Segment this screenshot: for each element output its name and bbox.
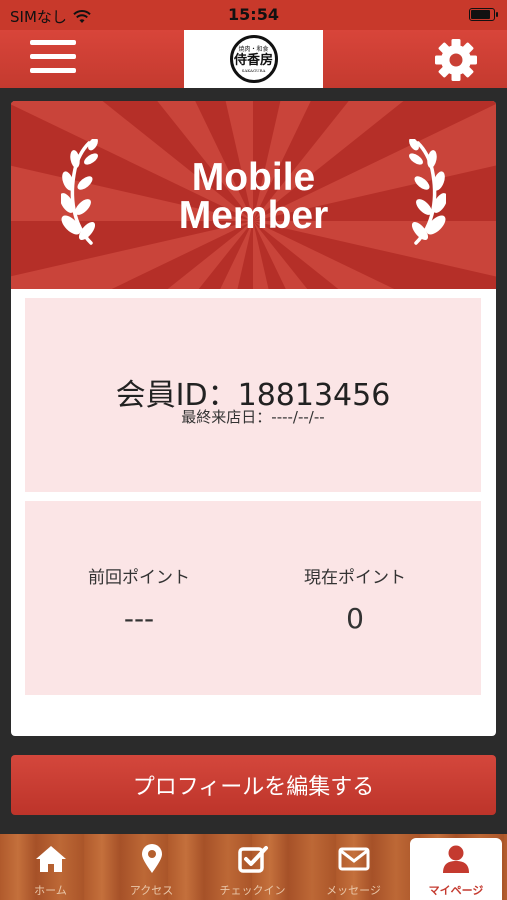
current-points-value: 0	[346, 602, 364, 635]
member-card: Mobile Member 会員ID：18813456 最終来店日：----/-…	[11, 101, 496, 736]
user-icon	[439, 844, 473, 874]
current-points-label: 現在ポイント	[304, 568, 406, 588]
logo-emblem: 焼肉・和食 侍香房 SAKAGURA	[229, 35, 278, 83]
gear-icon[interactable]	[433, 37, 479, 83]
points-panel: 前回ポイント --- 現在ポイント 0	[25, 501, 481, 695]
envelope-icon	[337, 844, 371, 874]
bottom-tab-bar: ホーム アクセス チェックイン メッセージ マイページ	[0, 834, 507, 900]
tab-home-label: ホーム	[34, 884, 67, 897]
tab-access-label: アクセス	[129, 884, 174, 897]
previous-points-value: ---	[123, 602, 155, 635]
last-visit-date: 最終来店日：----/--/--	[181, 408, 325, 426]
app-header: 焼肉・和食 侍香房 SAKAGURA	[0, 30, 507, 88]
logo-main-text: 侍香房	[233, 52, 273, 68]
member-info-panel: 会員ID：18813456 最終来店日：----/--/--	[25, 298, 481, 492]
checkbox-icon	[236, 844, 270, 874]
tab-message-label: メッセージ	[326, 884, 381, 897]
tab-mypage[interactable]: マイページ	[410, 838, 502, 900]
status-time: 15:54	[228, 5, 279, 24]
previous-points: 前回ポイント ---	[25, 563, 253, 635]
tab-message[interactable]: メッセージ	[303, 834, 404, 900]
tab-checkin-label: チェックイン	[219, 884, 286, 897]
map-pin-icon	[135, 844, 169, 874]
previous-points-label: 前回ポイント	[88, 568, 190, 588]
home-icon	[34, 844, 68, 874]
battery-level	[471, 10, 490, 19]
tab-access[interactable]: アクセス	[101, 834, 202, 900]
tab-checkin[interactable]: チェックイン	[202, 834, 303, 900]
battery-icon	[469, 8, 498, 21]
tab-mypage-label: マイページ	[428, 884, 484, 897]
logo-sub-text: SAKAGURA	[241, 67, 266, 73]
hamburger-menu-icon[interactable]	[30, 40, 76, 78]
laurel-right-icon	[409, 139, 446, 245]
status-bar: SIMなし 15:54	[0, 0, 507, 30]
tab-home[interactable]: ホーム	[0, 834, 101, 900]
member-banner: Mobile Member	[11, 101, 496, 289]
current-points: 現在ポイント 0	[241, 563, 469, 635]
logo: 焼肉・和食 侍香房 SAKAGURA	[184, 30, 323, 88]
logo-top-text: 焼肉・和食	[238, 45, 269, 53]
edit-profile-button[interactable]: プロフィールを編集する	[11, 755, 496, 815]
